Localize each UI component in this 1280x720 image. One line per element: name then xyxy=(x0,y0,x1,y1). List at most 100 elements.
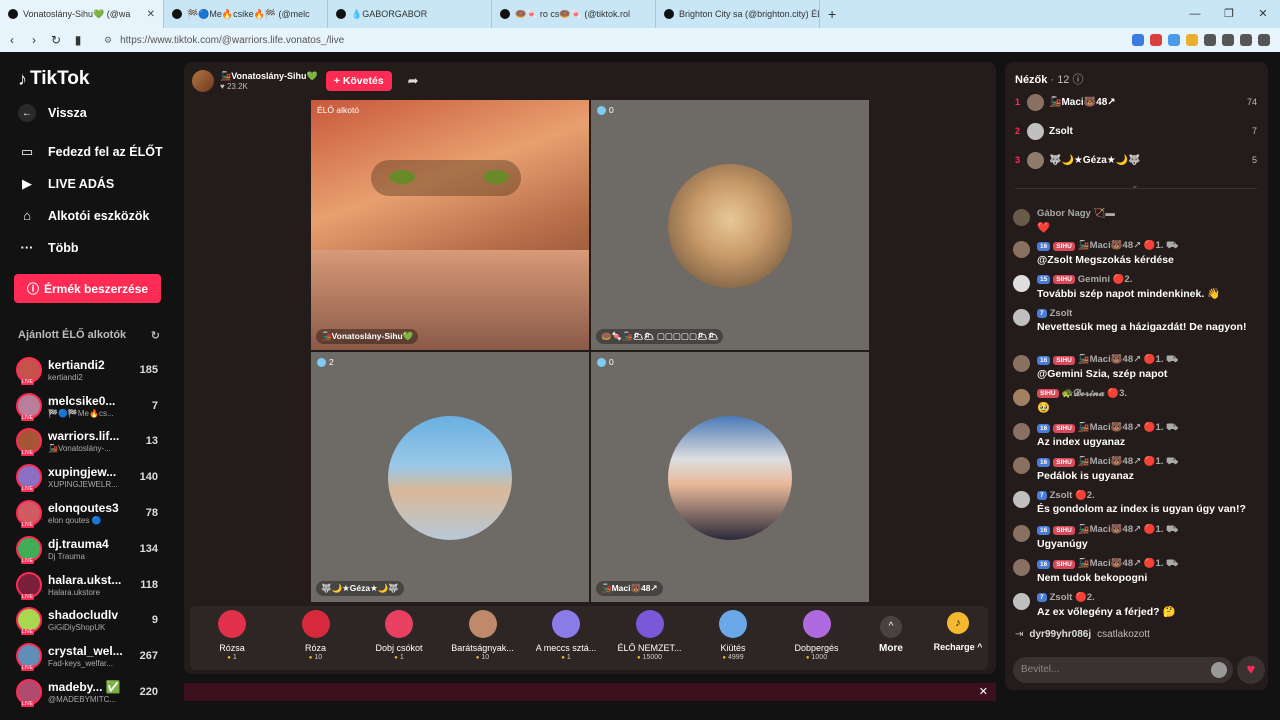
chat-input[interactable]: Bevitel... xyxy=(1013,657,1233,683)
gift-item[interactable]: A meccs sztá...1 xyxy=(526,610,606,661)
gift-item[interactable]: Dobj csókot1 xyxy=(359,610,439,661)
host-name[interactable]: 🚂Vonatoslány-Sihu💚 xyxy=(220,71,318,82)
reload-icon[interactable]: ↻ xyxy=(46,33,66,47)
profile-icon[interactable] xyxy=(1240,34,1252,46)
chat-message[interactable]: 7 Zsolt Nevettesük meg a házigazdát! De na… xyxy=(1013,308,1261,333)
extension-icon[interactable] xyxy=(1186,34,1198,46)
emoji-icon[interactable] xyxy=(1211,662,1227,678)
browser-tab[interactable]: Vonatoslány-Sihu💚 (@wa ✕ xyxy=(0,0,164,28)
chat-message[interactable]: 16 SIHU 🚂Maci🐻48↗ 🔴1. ⛟ @Zsolt Megszokás ké… xyxy=(1013,240,1261,266)
chat-message[interactable]: 15 SIHU Gemini 🔴2. További szép napot minde… xyxy=(1013,274,1261,300)
live-badge: LIVE xyxy=(21,593,34,600)
chat-avatar xyxy=(1013,423,1030,440)
viewer-count: 140 xyxy=(139,471,158,484)
bookmark-icon[interactable]: ▮ xyxy=(68,33,88,47)
top-viewer-row[interactable]: 1 🚂Maci🐻48↗ 74 xyxy=(1015,93,1257,111)
top-viewer-row[interactable]: 2 Zsolt 7 xyxy=(1015,122,1257,140)
browser-tab[interactable]: Brighton City sa (@brighton.city) ÉLŐ xyxy=(656,0,820,28)
sidebar-item-explore-live[interactable]: ▭ Fedezd fel az ÉLŐT xyxy=(18,144,163,160)
chat-panel: Nézők · 12 ⓘ 1 🚂Maci🐻48↗ 74 2 Zsolt 7 3 🐺🌙★Géza… xyxy=(1005,62,1268,690)
creator-avatar: LIVE xyxy=(16,500,42,529)
site-info-icon[interactable]: ⚙ xyxy=(104,35,112,46)
recharge-button[interactable]: ♪ Recharge ^ xyxy=(932,612,984,652)
chat-message[interactable]: 16 SIHU 🚂Maci🐻48↗ 🔴1. ⛟ Pedálok is ugyanaz xyxy=(1013,456,1261,482)
recommended-creator[interactable]: LIVE halara.ukst... Halara.ukstore 118 xyxy=(16,567,166,603)
gift-price: 4999 xyxy=(693,654,773,661)
live-badge: LIVE xyxy=(21,701,34,708)
browser-tab[interactable]: 💧GABORGABOR xyxy=(328,0,492,28)
recommended-creator[interactable]: LIVE melcsike0... 🏁🔵🏁Me🔥cs... 7 xyxy=(16,388,166,424)
video-tile-host[interactable]: ÉLŐ alkotó 🚂Vonatoslány-Sihu💚 xyxy=(311,100,589,350)
video-tile-guest-3[interactable]: 0 🚂Maci🐻48↗ xyxy=(591,352,869,602)
close-banner-icon[interactable]: ✕ xyxy=(979,685,988,698)
gift-item[interactable]: Rózsa1 xyxy=(192,610,272,661)
chat-message[interactable]: 16 SIHU 🚂Maci🐻48↗ 🔴1. ⛟ Nem tudok bekopogni xyxy=(1013,558,1261,584)
chevron-down-icon[interactable]: ⌄ xyxy=(1131,180,1139,191)
puzzle-icon[interactable] xyxy=(1204,34,1216,46)
chat-text: Nevettesük meg a házigazdát! De nagyon! xyxy=(1037,321,1247,333)
sidebar-item-go-live[interactable]: ▶ LIVE ADÁS xyxy=(18,176,114,192)
tiktok-logo[interactable]: ♪ TikTok xyxy=(18,68,89,90)
chat-message[interactable]: 16 SIHU 🚂Maci🐻48↗ 🔴1. ⛟ Ugyanúgy xyxy=(1013,524,1261,550)
new-tab-icon[interactable]: + xyxy=(828,6,836,22)
window-controls: — ❐ ✕ xyxy=(1178,0,1280,28)
extension-icon[interactable] xyxy=(1150,34,1162,46)
recommended-creator[interactable]: LIVE madeby... ✅ @MADEBYMITC... 220 xyxy=(16,674,166,710)
chat-message[interactable]: 16 SIHU 🚂Maci🐻48↗ 🔴1. ⛟ Az index ugyanaz xyxy=(1013,422,1261,448)
creator-avatar: LIVE xyxy=(16,428,42,457)
follow-button[interactable]: + Követés xyxy=(325,71,392,91)
recommended-creator[interactable]: LIVE xupingjew... XUPINGJEWELR... 140 xyxy=(16,459,166,495)
forward-arrow-icon[interactable]: › xyxy=(24,33,44,47)
fan-club-badge: SIHU xyxy=(1053,559,1075,569)
back-arrow-icon[interactable]: ‹ xyxy=(2,33,22,47)
viewers-header[interactable]: Nézők · 12 ⓘ xyxy=(1015,71,1083,87)
level-badge: 7 xyxy=(1037,491,1047,500)
browser-tab[interactable]: 🏁🔵Me🔥csike🔥🏁 (@melc xyxy=(164,0,328,28)
recommended-creator[interactable]: LIVE elonqoutes3 elon qoutes 🔵 78 xyxy=(16,495,166,531)
browser-tab-bar: Vonatoslány-Sihu💚 (@wa ✕ 🏁🔵Me🔥csike🔥🏁 (@me… xyxy=(0,0,1280,28)
back-button[interactable]: ← Vissza xyxy=(18,104,87,122)
recommended-creator[interactable]: LIVE warriors.lif... 🚂Vonatoslány-... 13 xyxy=(16,424,166,460)
restore-icon[interactable]: ❐ xyxy=(1212,0,1246,28)
gift-item[interactable]: ÉLŐ NEMZET...15000 xyxy=(610,610,690,661)
gift-item[interactable]: Barátságnyak...10 xyxy=(443,610,523,661)
sidebar-item-creator-tools[interactable]: ⌂ Alkotói eszközök xyxy=(18,208,149,223)
minimize-icon[interactable]: — xyxy=(1178,0,1212,28)
video-tile-guest-1[interactable]: 0 🍩🍬🚂🌥🌥 ▢▢▢▢▢🌥🌥 xyxy=(591,100,869,350)
chat-message[interactable]: 7 Zsolt 🔴2. Az ex vőlegény a férjed? 🤔 xyxy=(1013,592,1261,618)
gift-item[interactable]: Kiütés4999 xyxy=(693,610,773,661)
video-tile-guest-2[interactable]: 2 🐺🌙★Géza★🌙🐺 xyxy=(311,352,589,602)
close-window-icon[interactable]: ✕ xyxy=(1246,0,1280,28)
share-icon[interactable]: ➦ xyxy=(408,73,419,89)
top-viewer-row[interactable]: 3 🐺🌙★Géza★🌙🐺 5 xyxy=(1015,151,1257,169)
chat-message[interactable]: 16 SIHU 🚂Maci🐻48↗ 🔴1. ⛟ @Gemini Szia, szép … xyxy=(1013,354,1261,380)
translate-icon[interactable] xyxy=(1132,34,1144,46)
recommended-creator[interactable]: LIVE dj.trauma4 Dj Trauma 134 xyxy=(16,531,166,567)
like-heart-button[interactable]: ♥ xyxy=(1237,656,1265,684)
sidebar-icon[interactable] xyxy=(1222,34,1234,46)
chat-message[interactable]: 7 Zsolt 🔴2. És gondolom az index is ugyan … xyxy=(1013,490,1261,515)
refresh-icon[interactable]: ↻ xyxy=(151,329,160,342)
browser-tab[interactable]: 🍩🍬 ro cs🍩🍬 (@tiktok.rol xyxy=(492,0,656,28)
tile-tag: 0 xyxy=(597,357,614,367)
chat-text: 🥹 xyxy=(1037,402,1051,414)
extension-icon[interactable] xyxy=(1168,34,1180,46)
fan-club-badge: SIHU xyxy=(1037,389,1059,398)
sidebar-item-more[interactable]: ··· Több xyxy=(18,240,79,255)
joined-user[interactable]: dyr99yhr086j xyxy=(1029,629,1091,640)
gift-item[interactable]: Róza10 xyxy=(276,610,356,661)
get-coins-button[interactable]: ⓘ Érmék beszerzése xyxy=(14,274,161,303)
menu-icon[interactable] xyxy=(1258,34,1270,46)
close-tab-icon[interactable]: ✕ xyxy=(147,9,155,20)
gift-item[interactable]: Dobpergés1000 xyxy=(777,610,857,661)
chat-message[interactable]: Gábor Nagy 🏹▬ ❤️ xyxy=(1013,208,1261,234)
recommended-creator[interactable]: LIVE crystal_wel... Fad-keys_welfar... 267 xyxy=(16,638,166,674)
recommended-creator[interactable]: LIVE shadocludlv GiGiDiyShopUK 9 xyxy=(16,603,166,639)
tiktok-favicon-icon xyxy=(8,9,18,19)
host-avatar[interactable] xyxy=(192,70,214,92)
level-badge: 7 xyxy=(1037,593,1047,602)
recommended-creator[interactable]: LIVE kertiandi2 kertiandi2 185 xyxy=(16,352,166,388)
chat-message[interactable]: SIHU 🐢𝓓𝓸𝓻𝓲𝓷𝓪 🔴3. 🥹 xyxy=(1013,388,1261,414)
more-gifts-button[interactable]: ^ More xyxy=(876,616,906,654)
url-field[interactable]: ⚙ https://www.tiktok.com/@warriors.life.… xyxy=(98,30,898,50)
